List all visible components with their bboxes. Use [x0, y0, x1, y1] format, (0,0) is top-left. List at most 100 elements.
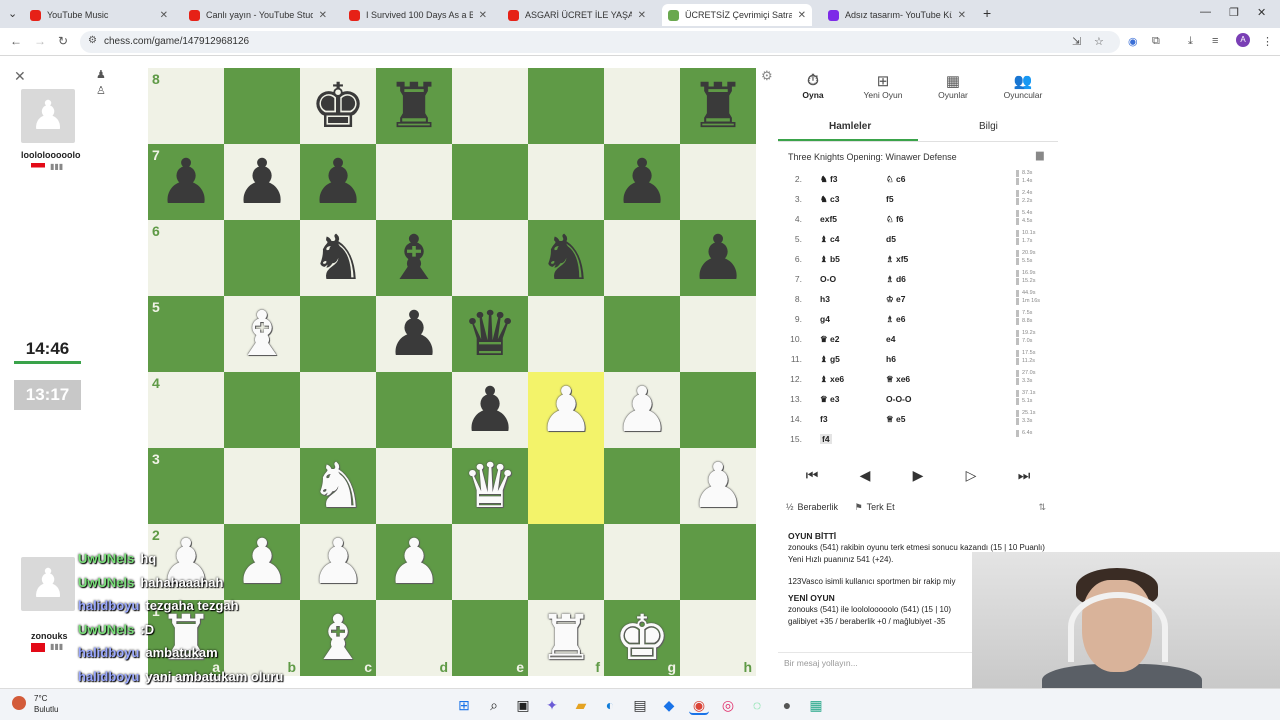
black-queen-icon[interactable]: ♛: [462, 303, 518, 365]
person-outline-icon[interactable]: ♙: [96, 84, 106, 97]
square-a3[interactable]: 3: [148, 448, 224, 524]
chess-board[interactable]: 8 ♚ ♜ ♜ 7 ♟ ♟ ♟ ♟ 6 ♞ ♝ ♞ ♟ 5 ♝ ♟ ♛ 4 ♟ ♟ ♟ 3 ♞ ♛ ♟ 2 ♟ ♟ ♟ ♟ 1 a ♜ b c ♝ d e f…: [148, 68, 756, 676]
square-h1[interactable]: h: [680, 600, 756, 676]
square-c2[interactable]: ♟: [300, 524, 376, 600]
black-move[interactable]: ♘ c6: [886, 174, 905, 185]
bottom-player-avatar[interactable]: ♟: [21, 557, 75, 611]
white-pawn-icon[interactable]: ♟: [310, 531, 366, 593]
black-move[interactable]: ♗ e6: [886, 314, 905, 325]
square-d4[interactable]: [376, 372, 452, 448]
restore-icon[interactable]: ❐: [1229, 6, 1239, 19]
black-move[interactable]: ♗ xf5: [886, 254, 908, 265]
black-bishop-icon[interactable]: ♝: [386, 227, 442, 289]
white-move[interactable]: ♝ b5: [820, 254, 840, 265]
opening-name[interactable]: Three Knights Opening: Winawer Defense: [788, 152, 957, 162]
flip-board-icon[interactable]: ⇅: [1038, 502, 1046, 513]
chrome-icon[interactable]: ◉: [689, 695, 709, 715]
black-move[interactable]: O-O-O: [886, 394, 912, 404]
white-move[interactable]: f4: [820, 434, 832, 444]
top-player-name[interactable]: loololooooolo: [21, 150, 80, 160]
square-f7[interactable]: [528, 144, 604, 220]
square-h6[interactable]: ♟: [680, 220, 756, 296]
square-b8[interactable]: [224, 68, 300, 144]
square-b4[interactable]: [224, 372, 300, 448]
white-move[interactable]: ♛ e3: [820, 394, 839, 405]
white-pawn-icon[interactable]: ♟: [538, 379, 594, 441]
square-f1[interactable]: f ♜: [528, 600, 604, 676]
square-d5[interactable]: ♟: [376, 296, 452, 372]
square-d6[interactable]: ♝: [376, 220, 452, 296]
last-move-button[interactable]: ⏭: [1000, 460, 1048, 490]
white-bishop-icon[interactable]: ♝: [310, 607, 366, 669]
square-h8[interactable]: ♜: [680, 68, 756, 144]
panel-tab-1[interactable]: ⊞ Yeni Oyun: [848, 68, 918, 108]
white-move[interactable]: O-O: [820, 274, 836, 284]
store-icon[interactable]: ▤: [630, 695, 650, 715]
black-move[interactable]: ♕ e5: [886, 414, 905, 425]
square-c7[interactable]: ♟: [300, 144, 376, 220]
white-move[interactable]: ♝ c4: [820, 234, 839, 245]
black-pawn-icon[interactable]: ♟: [614, 151, 670, 213]
square-e3[interactable]: ♛: [452, 448, 528, 524]
black-king-icon[interactable]: ♚: [310, 75, 366, 137]
square-c1[interactable]: c ♝: [300, 600, 376, 676]
tab-close-icon[interactable]: ✕: [160, 10, 168, 21]
square-e6[interactable]: [452, 220, 528, 296]
square-c8[interactable]: ♚: [300, 68, 376, 144]
window-close-icon[interactable]: ✕: [1257, 6, 1266, 19]
square-b3[interactable]: [224, 448, 300, 524]
square-a7[interactable]: 7 ♟: [148, 144, 224, 220]
browser-tab[interactable]: Canlı yayın - YouTube Studio ✕: [183, 4, 333, 26]
black-pawn-icon[interactable]: ♟: [690, 227, 746, 289]
square-b6[interactable]: [224, 220, 300, 296]
square-b7[interactable]: ♟: [224, 144, 300, 220]
reading-list-icon[interactable]: ≡: [1212, 35, 1218, 47]
square-e4[interactable]: ♟: [452, 372, 528, 448]
black-knight-icon[interactable]: ♞: [310, 227, 366, 289]
square-g5[interactable]: [604, 296, 680, 372]
square-a8[interactable]: 8: [148, 68, 224, 144]
square-d1[interactable]: d: [376, 600, 452, 676]
white-king-icon[interactable]: ♚: [614, 607, 670, 669]
square-f3[interactable]: [528, 448, 604, 524]
white-move[interactable]: ♝ g5: [820, 354, 840, 365]
black-move[interactable]: f5: [886, 194, 894, 204]
board-settings-gear-icon[interactable]: ⚙: [761, 68, 773, 84]
resign-button[interactable]: ⚑ Terk Et: [855, 502, 895, 512]
black-rook-icon[interactable]: ♜: [690, 75, 746, 137]
square-b2[interactable]: ♟: [224, 524, 300, 600]
square-h5[interactable]: [680, 296, 756, 372]
tab-search-chevron-icon[interactable]: ⌄: [8, 7, 17, 20]
black-pawn-icon[interactable]: ♟: [158, 151, 214, 213]
person-icon[interactable]: ♟: [96, 68, 106, 81]
play-button[interactable]: ▶: [894, 460, 942, 490]
bookmark-star-icon[interactable]: ☆: [1094, 35, 1104, 48]
black-move[interactable]: d5: [886, 234, 896, 244]
black-move[interactable]: ♗ d6: [886, 274, 906, 285]
white-move[interactable]: ♛ e2: [820, 334, 839, 345]
extension-icon[interactable]: ◉: [1128, 35, 1138, 48]
next-move-button[interactable]: ▷: [947, 460, 995, 490]
square-a5[interactable]: 5: [148, 296, 224, 372]
square-g8[interactable]: [604, 68, 680, 144]
square-h2[interactable]: [680, 524, 756, 600]
white-bishop-icon[interactable]: ♝: [234, 303, 290, 365]
tab-close-icon[interactable]: ✕: [479, 10, 487, 21]
square-c5[interactable]: [300, 296, 376, 372]
white-move[interactable]: ♝ xe6: [820, 374, 844, 385]
square-f8[interactable]: [528, 68, 604, 144]
weather-widget[interactable]: 7°C Bulutlu: [12, 693, 58, 715]
white-move[interactable]: h3: [820, 294, 830, 304]
edge-icon[interactable]: ◐: [600, 695, 620, 715]
white-pawn-icon[interactable]: ♟: [690, 455, 746, 517]
square-g3[interactable]: [604, 448, 680, 524]
black-pawn-icon[interactable]: ♟: [234, 151, 290, 213]
task-view-icon[interactable]: ▣: [513, 695, 533, 715]
square-c4[interactable]: [300, 372, 376, 448]
panel-tab-0[interactable]: ⏱ Oyna: [778, 68, 848, 108]
white-move[interactable]: ♞ f3: [820, 174, 838, 185]
black-pawn-icon[interactable]: ♟: [462, 379, 518, 441]
square-d7[interactable]: [376, 144, 452, 220]
square-g1[interactable]: g ♚: [604, 600, 680, 676]
url-field[interactable]: ⚙ chess.com/game/147912968126: [80, 31, 1120, 53]
